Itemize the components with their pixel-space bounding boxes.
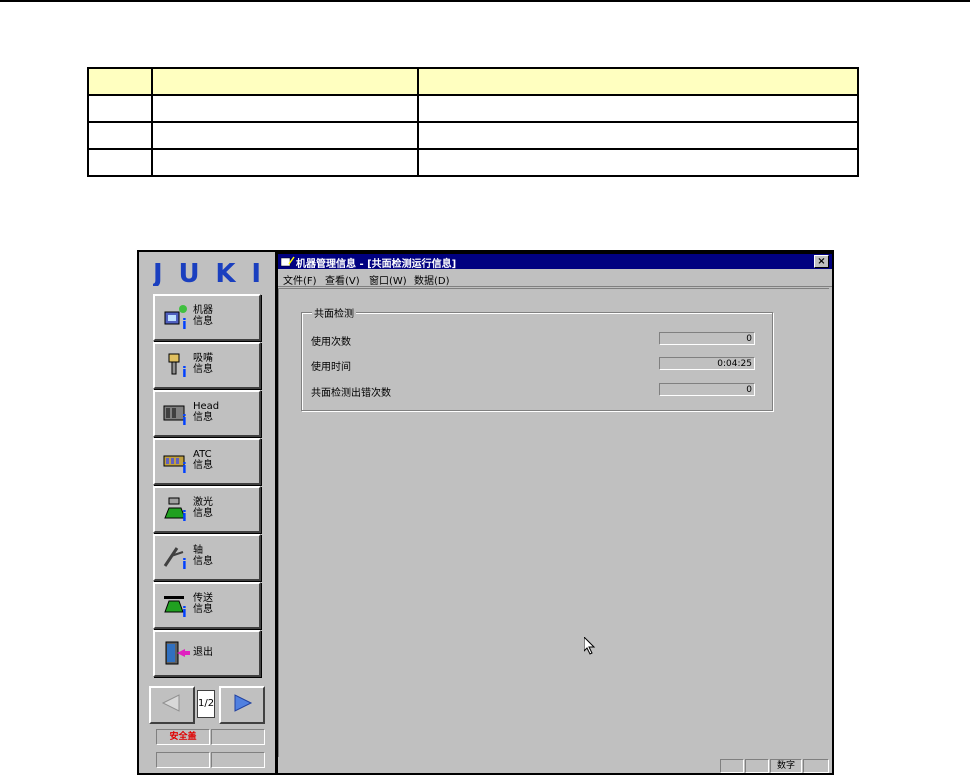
arrow-left-icon: [161, 694, 180, 712]
nav-label: 传送 信息: [193, 593, 213, 615]
safety-cover-indicator: 安全盖: [156, 729, 210, 745]
app-icon: [281, 256, 295, 267]
error-count-label: 共面检测出错次数: [311, 388, 391, 399]
menu-bar: 文件(F) 查看(V) 窗口(W) 数据(D): [278, 270, 832, 287]
close-button[interactable]: ×: [814, 255, 829, 268]
prev-page-button[interactable]: [149, 686, 195, 724]
table-row: [87, 148, 859, 177]
svg-text:i: i: [182, 413, 187, 426]
use-time-value: 0:04:25: [659, 357, 755, 370]
status-mode: 数字: [770, 759, 802, 773]
nav-button-nozzle-info[interactable]: i 吸嘴 信息: [153, 342, 261, 389]
nav-button-machine-info[interactable]: i 机器 信息: [153, 294, 261, 341]
status-cell: [720, 759, 744, 773]
menu-window[interactable]: 窗口(W): [369, 272, 407, 287]
arrow-right-icon: [234, 694, 253, 712]
svg-text:i: i: [182, 605, 187, 618]
nozzle-info-icon: i: [168, 353, 187, 378]
table-header-row: [87, 67, 859, 96]
mouse-cursor-icon: [584, 637, 596, 655]
use-count-label: 使用次数: [311, 337, 351, 348]
nav-label: ATC 信息: [193, 449, 213, 471]
table-cell: [417, 94, 859, 123]
table-cell: [87, 94, 153, 123]
nav-label: 吸嘴 信息: [193, 353, 213, 375]
table-cell: [417, 121, 859, 150]
nav-label: 轴 信息: [193, 545, 213, 567]
nav-button-axis-info[interactable]: i 轴 信息: [153, 534, 261, 581]
pager: 1/2: [147, 684, 267, 724]
table-cell: [151, 67, 419, 96]
menu-view[interactable]: 查看(V): [325, 272, 360, 287]
nav-label: 激光 信息: [193, 497, 213, 519]
juki-logo: JUKI: [153, 260, 261, 286]
table-cell: [417, 67, 859, 96]
application-screenshot: JUKI i 机器 信息 i 吸嘴 信息 i Head 信息 i ATC 信息 …: [137, 250, 834, 775]
page-indicator: 1/2: [197, 690, 215, 718]
client-area: 共面检测 使用次数 0 使用时间 0:04:25 共面检测出错次数 0: [278, 288, 829, 757]
svg-text:i: i: [182, 461, 187, 474]
svg-text:i: i: [182, 317, 187, 330]
status-indicator: [211, 729, 265, 745]
nav-button-laser-info[interactable]: i 激光 信息: [153, 486, 261, 533]
atc-info-icon: i: [163, 455, 187, 474]
head-info-icon: i: [163, 405, 187, 426]
main-window: 机器管理信息 - [共面检测运行信息] × 文件(F) 查看(V) 窗口(W) …: [278, 254, 832, 773]
status-indicator: [211, 752, 265, 768]
page-top-rule: [0, 0, 970, 2]
group-title: 共面检测: [312, 305, 356, 320]
menu-file[interactable]: 文件(F): [283, 272, 317, 287]
nav-label: 退出: [193, 647, 213, 658]
axis-info-icon: i: [163, 547, 187, 570]
table-cell: [151, 94, 419, 123]
logo-text: JUKI: [153, 260, 261, 286]
status-cell: [803, 759, 829, 773]
left-panel: JUKI i 机器 信息 i 吸嘴 信息 i Head 信息 i ATC 信息 …: [139, 252, 275, 773]
exit-icon: [165, 641, 190, 665]
window-title: 机器管理信息 - [共面检测运行信息]: [296, 259, 457, 270]
table-cell: [87, 148, 153, 177]
next-page-button[interactable]: [219, 686, 265, 724]
table-row: [87, 121, 859, 150]
nav-button-conveyor-info[interactable]: i 传送 信息: [153, 582, 261, 629]
nav-button-exit[interactable]: 退出: [153, 630, 261, 677]
use-time-label: 使用时间: [311, 362, 351, 373]
table-cell: [87, 67, 153, 96]
nav-label: Head 信息: [193, 401, 220, 423]
status-indicator: [156, 752, 210, 768]
nav-label: 机器 信息: [193, 305, 213, 327]
title-bar[interactable]: 机器管理信息 - [共面检测运行信息] ×: [278, 254, 832, 270]
error-count-value: 0: [659, 383, 755, 396]
conveyor-info-icon: i: [164, 596, 187, 618]
table-cell: [151, 148, 419, 177]
table-row: [87, 94, 859, 123]
svg-text:i: i: [182, 557, 187, 570]
coplanarity-group: 共面检测 使用次数 0 使用时间 0:04:25 共面检测出错次数 0: [301, 305, 773, 411]
table-cell: [87, 121, 153, 150]
status-cell: [745, 759, 769, 773]
status-bar: 数字: [278, 757, 832, 773]
nav-button-head-info[interactable]: i Head 信息: [153, 390, 261, 437]
svg-text:i: i: [182, 509, 187, 522]
menu-data[interactable]: 数据(D): [414, 272, 450, 287]
svg-text:i: i: [182, 365, 187, 378]
table-cell: [417, 148, 859, 177]
use-count-value: 0: [659, 332, 755, 345]
document-table: [87, 67, 859, 177]
table-cell: [151, 121, 419, 150]
machine-info-icon: i: [164, 305, 187, 330]
laser-info-icon: i: [164, 497, 187, 522]
nav-button-atc-info[interactable]: i ATC 信息: [153, 438, 261, 485]
